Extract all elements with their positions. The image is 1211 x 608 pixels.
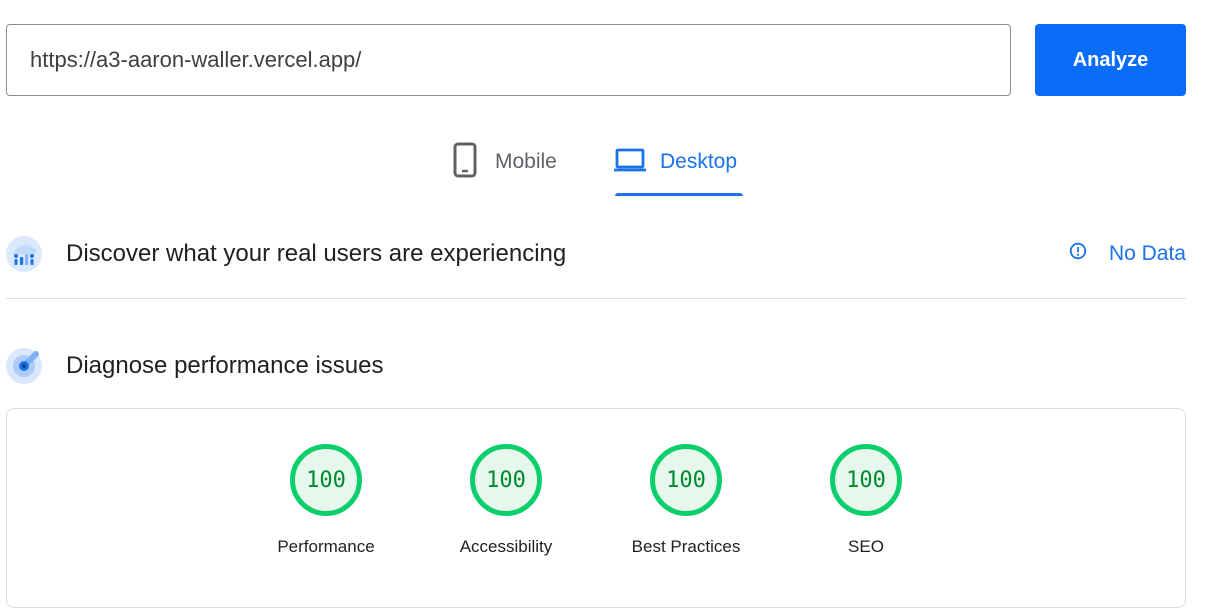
field-data-section: Discover what your real users are experi… <box>6 236 1186 272</box>
score-value: 100 <box>470 444 542 516</box>
score-label: Accessibility <box>459 537 553 556</box>
phone-icon <box>452 142 478 183</box>
field-data-title: Discover what your real users are experi… <box>66 240 567 267</box>
lab-data-title: Diagnose performance issues <box>66 352 384 379</box>
url-input[interactable] <box>6 24 1011 96</box>
info-icon <box>1069 242 1087 266</box>
no-data-status[interactable]: No Data <box>1069 242 1186 266</box>
tab-mobile-label: Mobile <box>495 150 557 173</box>
score-gauge-best-practices[interactable]: 100 Best Practices <box>606 444 766 557</box>
score-value: 100 <box>650 444 722 516</box>
score-label: Best Practices <box>631 537 741 556</box>
section-divider <box>6 298 1186 299</box>
score-label: SEO <box>848 537 884 556</box>
score-label: Performance <box>277 537 375 556</box>
laptop-icon <box>613 147 647 178</box>
scores-card <box>6 408 1186 608</box>
score-value: 100 <box>290 444 362 516</box>
lab-data-section: Diagnose performance issues <box>6 348 1186 384</box>
tab-mobile[interactable]: Mobile <box>452 128 557 196</box>
score-value: 100 <box>830 444 902 516</box>
score-gauge-seo[interactable]: 100 SEO <box>786 444 946 557</box>
analyze-button[interactable]: Analyze <box>1035 24 1186 96</box>
tab-desktop-label: Desktop <box>660 150 738 173</box>
score-gauge-performance[interactable]: 100 Performance <box>246 444 406 557</box>
no-data-label: No Data <box>1108 242 1186 265</box>
tab-desktop[interactable]: Desktop <box>613 128 737 196</box>
diagnose-icon <box>6 348 42 384</box>
score-gauge-accessibility[interactable]: 100 Accessibility <box>426 444 586 557</box>
active-tab-indicator <box>615 193 743 196</box>
users-chart-icon <box>6 236 42 272</box>
